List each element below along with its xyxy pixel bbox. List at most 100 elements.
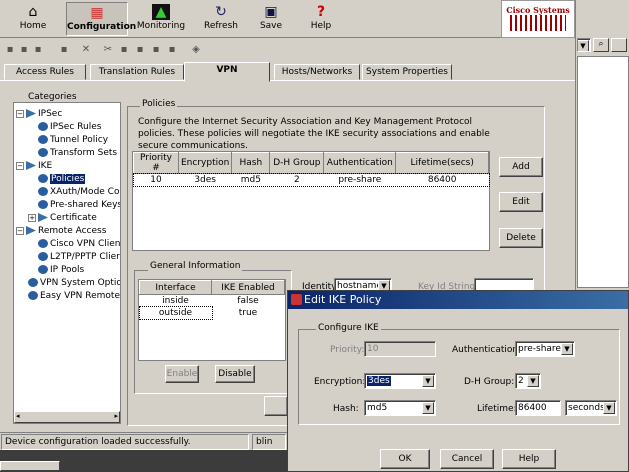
- monitoring-button[interactable]: ▲ Monitoring: [136, 2, 186, 36]
- tree-item-pre-shared-keys[interactable]: Pre-shared Keys: [38, 200, 120, 210]
- disable-button[interactable]: Disable: [215, 365, 255, 383]
- chevron-down-icon: ▼: [561, 343, 573, 355]
- encryption-select[interactable]: 3des ▼: [364, 373, 436, 389]
- toolbar-icon[interactable]: ▪: [32, 44, 44, 56]
- tree-item-transform-sets[interactable]: Transform Sets: [38, 148, 117, 158]
- item-icon: [28, 278, 38, 287]
- general-info-label: General Information: [148, 261, 243, 271]
- tree-item-certificate[interactable]: + Certificate: [28, 213, 97, 223]
- priority-input[interactable]: 10: [364, 341, 436, 357]
- column-header[interactable]: Interface: [139, 280, 212, 295]
- tab-access-rules[interactable]: Access Rules: [4, 64, 86, 80]
- configuration-button[interactable]: ▦ Configuration: [66, 2, 136, 36]
- tree-item-cisco-vpn-client[interactable]: Cisco VPN Clien: [38, 239, 120, 249]
- priority-label: Priority:: [330, 345, 365, 355]
- table-row[interactable]: 10 3des md5 2 pre-share 86400: [132, 172, 490, 187]
- item-icon: [38, 148, 48, 157]
- item-icon: [38, 174, 48, 183]
- policies-table: Priority # Encryption Hash D-H Group Aut…: [132, 151, 490, 251]
- chevron-down-icon: ▼: [422, 375, 434, 387]
- ok-button[interactable]: OK: [380, 449, 430, 469]
- lifetime-input[interactable]: 86400: [515, 400, 561, 416]
- delete-icon[interactable]: ✕: [80, 44, 92, 56]
- hash-select[interactable]: md5 ▼: [364, 400, 436, 416]
- tree-item-tunnel-policy[interactable]: Tunnel Policy: [38, 135, 108, 145]
- tree-item-l2tp-pptp[interactable]: L2TP/PPTP Clier: [38, 252, 120, 262]
- search-icon[interactable]: ⌕: [593, 38, 609, 52]
- tree-hscrollbar[interactable]: ◂ ▸: [14, 411, 120, 423]
- copy-icon[interactable]: ▪: [118, 44, 130, 56]
- column-header[interactable]: IKE Enabled: [211, 280, 285, 295]
- edit-button[interactable]: Edit: [499, 192, 543, 212]
- taskbar-button[interactable]: [0, 461, 60, 471]
- policies-description: Configure the Internet Security Associat…: [138, 117, 490, 151]
- tree-item-xauth[interactable]: XAuth/Mode Cor: [38, 187, 120, 197]
- tree-item-ip-pools[interactable]: IP Pools: [38, 265, 84, 275]
- lifetime-unit-select[interactable]: seconds ▼: [565, 400, 617, 416]
- dropdown[interactable]: ▼: [577, 38, 591, 52]
- dh-group-label: D-H Group:: [464, 377, 515, 387]
- cut-icon[interactable]: ✂: [102, 44, 114, 56]
- tree-item-easy-vpn-remote[interactable]: Easy VPN Remote: [28, 291, 120, 301]
- toolbar-icon[interactable]: ▪: [166, 44, 178, 56]
- monitoring-icon: ▲: [152, 4, 170, 20]
- tab-system-properties[interactable]: System Properties: [362, 64, 452, 80]
- tree-item-ipsec-rules[interactable]: IPSec Rules: [38, 122, 101, 132]
- hash-label: Hash:: [333, 404, 359, 414]
- tree-item-policies[interactable]: Policies: [38, 174, 86, 184]
- delete-button[interactable]: Delete: [499, 228, 543, 248]
- dh-group-select[interactable]: 2 ▼: [515, 373, 541, 389]
- column-header[interactable]: Priority #: [133, 152, 179, 174]
- scroll-right-icon[interactable]: ▸: [114, 412, 118, 420]
- configuration-icon: ▦: [90, 5, 104, 21]
- folder-icon: [26, 109, 36, 118]
- toolbar-icon[interactable]: ▪: [150, 44, 162, 56]
- save-button[interactable]: ▣ Save: [246, 2, 296, 36]
- home-icon: ⌂: [28, 4, 38, 20]
- tree-item-ike[interactable]: − IKE: [16, 161, 52, 171]
- configure-ike-label: Configure IKE: [316, 323, 381, 333]
- paste-icon[interactable]: ▪: [134, 44, 146, 56]
- chevron-down-icon: ▼: [578, 40, 589, 51]
- authentication-select[interactable]: pre-share ▼: [515, 341, 575, 357]
- column-header[interactable]: Hash: [231, 152, 271, 174]
- background-list: [577, 56, 629, 288]
- help-button[interactable]: ? Help: [296, 2, 346, 36]
- enable-button[interactable]: Enable: [165, 365, 199, 383]
- tab-hosts-networks[interactable]: Hosts/Networks: [274, 64, 360, 80]
- refresh-icon: ↻: [215, 4, 227, 20]
- item-icon: [38, 122, 48, 131]
- toolbar-icon[interactable]: ◈: [190, 44, 202, 56]
- main-toolbar: ⌂ Home ▦ Configuration ▲ Monitoring ↻ Refres…: [0, 0, 575, 38]
- column-header[interactable]: D-H Group: [269, 152, 325, 174]
- tab-translation-rules[interactable]: Translation Rules: [90, 64, 184, 80]
- help-button[interactable]: Help: [502, 449, 556, 469]
- table-row[interactable]: outside true: [138, 305, 285, 320]
- chevron-down-icon: ▼: [603, 402, 615, 414]
- dialog-titlebar[interactable]: Edit IKE Policy: [288, 291, 628, 309]
- toolbar-icon[interactable]: [611, 38, 627, 52]
- cancel-button[interactable]: Cancel: [440, 449, 494, 469]
- column-header[interactable]: Encryption: [177, 152, 233, 174]
- help-icon: ?: [316, 4, 326, 20]
- toolbar-icon[interactable]: ▪: [18, 44, 30, 56]
- tree-item-ipsec[interactable]: − IPSec: [16, 109, 62, 119]
- add-button[interactable]: Add: [499, 157, 543, 177]
- item-icon: [28, 291, 38, 300]
- item-icon: [38, 200, 48, 209]
- tree-item-remote-access[interactable]: − Remote Access: [16, 226, 106, 236]
- edit-icon[interactable]: ▪: [58, 44, 70, 56]
- scroll-left-icon[interactable]: ◂: [16, 412, 20, 420]
- edit-toolbar: ▪ ▪ ▪ ▪ ✕ ✂ ▪ ▪ ▪ ▪ ◈: [0, 40, 575, 60]
- edit-ike-policy-dialog: Edit IKE Policy Configure IKE Priority: …: [287, 290, 629, 472]
- refresh-button[interactable]: ↻ Refresh: [196, 2, 246, 36]
- table-row[interactable]: inside false: [140, 295, 285, 307]
- apply-button[interactable]: [264, 396, 288, 416]
- lifetime-label: Lifetime:: [477, 404, 517, 414]
- home-button[interactable]: ⌂ Home: [8, 2, 58, 36]
- column-header[interactable]: Authentication: [323, 152, 397, 174]
- tab-vpn[interactable]: VPN: [184, 62, 270, 82]
- column-header[interactable]: Lifetime(secs): [395, 152, 489, 174]
- toolbar-icon[interactable]: ▪: [4, 44, 16, 56]
- tree-item-vpn-system-options[interactable]: VPN System Option: [28, 278, 120, 288]
